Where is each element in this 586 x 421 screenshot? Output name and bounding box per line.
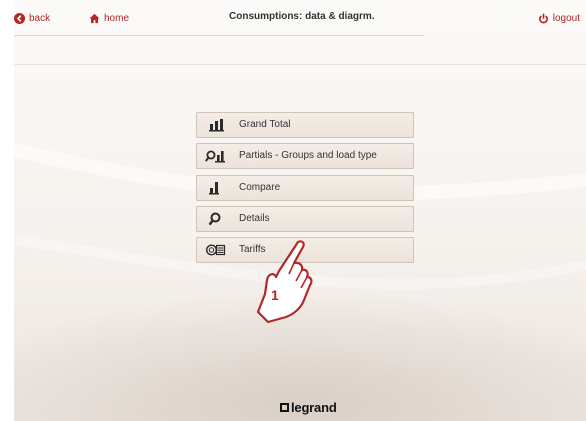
bar-chart-icon — [209, 119, 224, 132]
menu-item-compare[interactable]: Compare — [196, 174, 414, 201]
back-button[interactable]: back — [14, 11, 50, 25]
back-arrow-icon — [14, 12, 25, 24]
top-bar: back home Consumptions: data & diagrm. l… — [14, 0, 586, 34]
logo-square-icon — [280, 403, 289, 412]
power-icon — [538, 13, 548, 23]
logout-button[interactable]: logout — [538, 11, 580, 25]
back-label: back — [29, 12, 51, 24]
menu-item-label: Details — [239, 212, 270, 224]
logo-text: legrand — [291, 400, 337, 415]
compare-bars-icon — [209, 181, 219, 195]
menu-item-partials[interactable]: Partials - Groups and load type — [196, 143, 414, 170]
screen: back home Consumptions: data & diagrm. l… — [14, 0, 586, 421]
menu-item-details[interactable]: Details — [196, 205, 414, 232]
menu-item-label: Partials - Groups and load type — [239, 150, 377, 162]
section-divider — [14, 64, 586, 65]
header-divider — [14, 35, 424, 36]
logout-label: logout — [552, 12, 580, 24]
menu-item-label: Compare — [239, 181, 281, 193]
menu-item-label: Grand Total — [239, 119, 291, 130]
page-title: Consumptions: data & diagrm. — [229, 11, 375, 22]
home-button[interactable]: home — [89, 11, 129, 25]
search-bars-icon — [205, 150, 225, 163]
home-label: home — [104, 12, 130, 24]
pointing-hand-icon: 1 — [256, 240, 313, 324]
tariff-icon — [205, 244, 226, 256]
callout-number: 1 — [271, 287, 279, 303]
magnifier-icon — [208, 212, 221, 226]
legrand-logo: legrand — [280, 400, 337, 415]
menu-item-grand-total[interactable]: Grand Total — [196, 112, 414, 138]
home-icon — [89, 13, 100, 23]
